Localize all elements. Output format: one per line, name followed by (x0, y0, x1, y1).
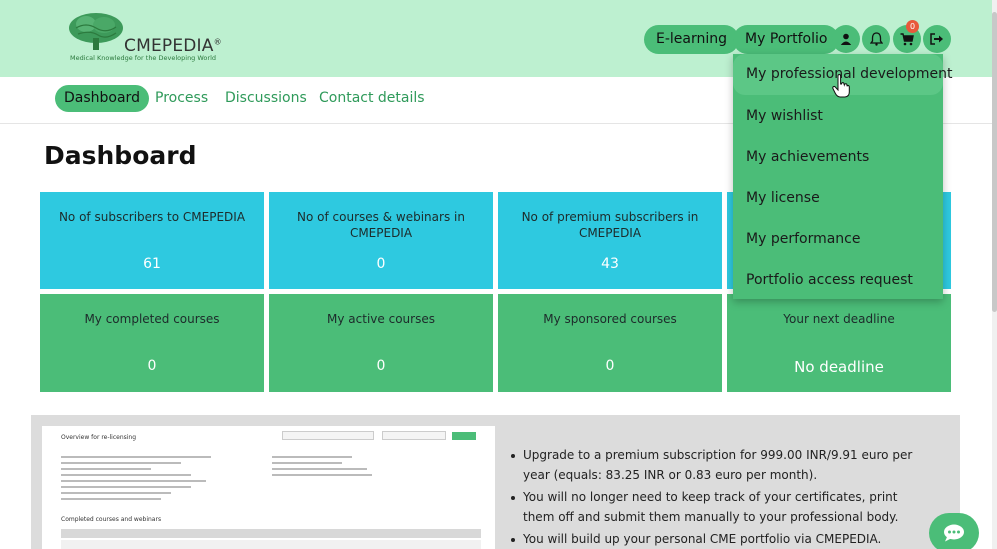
menu-item-wishlist[interactable]: My wishlist (746, 108, 823, 124)
logout-button[interactable] (923, 25, 951, 53)
nav-discussions[interactable]: Discussions (225, 85, 307, 112)
list-item: Upgrade to a premium subscription for 99… (509, 446, 919, 485)
preview-subtitle: Completed courses and webinars (61, 516, 162, 523)
cart-icon (900, 32, 914, 45)
chat-button[interactable] (929, 513, 979, 549)
preview-date-select (382, 431, 446, 440)
tile-value: 0 (147, 358, 157, 374)
tile-courses-webinars: No of courses & webinars in CMEPEDIA 0 (269, 192, 493, 289)
relicensing-overview-preview: Overview for re-licensing Completed cour… (42, 426, 495, 549)
nav-contact-details[interactable]: Contact details (319, 85, 425, 112)
brain-tree-icon (69, 13, 123, 50)
hand-cursor-icon (832, 74, 850, 98)
tile-value: 0 (376, 256, 386, 272)
tile-value: 61 (143, 256, 161, 272)
tile-sponsored-courses[interactable]: My sponsored courses 0 (498, 294, 722, 392)
menu-item-performance[interactable]: My performance (746, 231, 860, 247)
tile-label: Your next deadline (783, 312, 895, 326)
tile-label: No of subscribers to CMEPEDIA (58, 210, 246, 224)
preview-table-header (61, 529, 481, 538)
tile-label: My active courses (327, 312, 435, 326)
nav-process[interactable]: Process (155, 85, 208, 112)
cmepedia-logo[interactable]: CMEPEDIA® Medical Knowledge for the Deve… (66, 12, 222, 66)
menu-item-portfolio-access-request[interactable]: Portfolio access request (746, 272, 913, 288)
tile-active-courses[interactable]: My active courses 0 (269, 294, 493, 392)
menu-item-license[interactable]: My license (746, 190, 820, 206)
tile-value: 0 (605, 358, 615, 374)
notifications-button[interactable] (862, 25, 890, 53)
elearning-button[interactable]: E-learning (644, 25, 740, 54)
preview-table-row (61, 540, 481, 549)
list-item: You will no longer need to keep track of… (509, 488, 919, 527)
nav-dashboard[interactable]: Dashboard (55, 85, 149, 112)
my-portfolio-button[interactable]: My Portfolio (733, 25, 840, 54)
preview-council-select (282, 431, 374, 440)
tile-subscribers: No of subscribers to CMEPEDIA 61 (40, 192, 264, 289)
premium-benefits-list: Upgrade to a premium subscription for 99… (509, 446, 919, 549)
tile-label: No of premium subscribers in CMEPEDIA (521, 210, 699, 240)
page-title: Dashboard (44, 141, 197, 170)
tile-value: 0 (376, 358, 386, 374)
user-icon (840, 33, 852, 45)
tile-label: My sponsored courses (543, 312, 677, 326)
tile-next-deadline[interactable]: Your next deadline No deadline (727, 294, 951, 392)
bell-icon (869, 32, 883, 46)
list-item: You will build up your personal CME port… (509, 530, 919, 549)
brand-name: CMEPEDIA® (124, 36, 222, 56)
profile-button[interactable] (832, 25, 860, 53)
menu-item-achievements[interactable]: My achievements (746, 149, 869, 165)
preview-print-button (452, 432, 476, 440)
brand-tagline: Medical Knowledge for the Developing Wor… (70, 54, 217, 62)
chat-bubble-icon (944, 524, 964, 542)
tile-value: No deadline (794, 358, 884, 376)
tile-label: My completed courses (84, 312, 220, 326)
logout-icon (930, 33, 943, 45)
scrollbar-thumb[interactable] (992, 12, 997, 312)
tile-value: 43 (601, 256, 619, 272)
cart-count-badge: 0 (906, 20, 919, 33)
tile-label: No of courses & webinars in CMEPEDIA (297, 210, 465, 240)
tile-completed-courses[interactable]: My completed courses 0 (40, 294, 264, 392)
preview-title: Overview for re-licensing (61, 434, 137, 441)
tile-premium-subscribers: No of premium subscribers in CMEPEDIA 43 (498, 192, 722, 289)
